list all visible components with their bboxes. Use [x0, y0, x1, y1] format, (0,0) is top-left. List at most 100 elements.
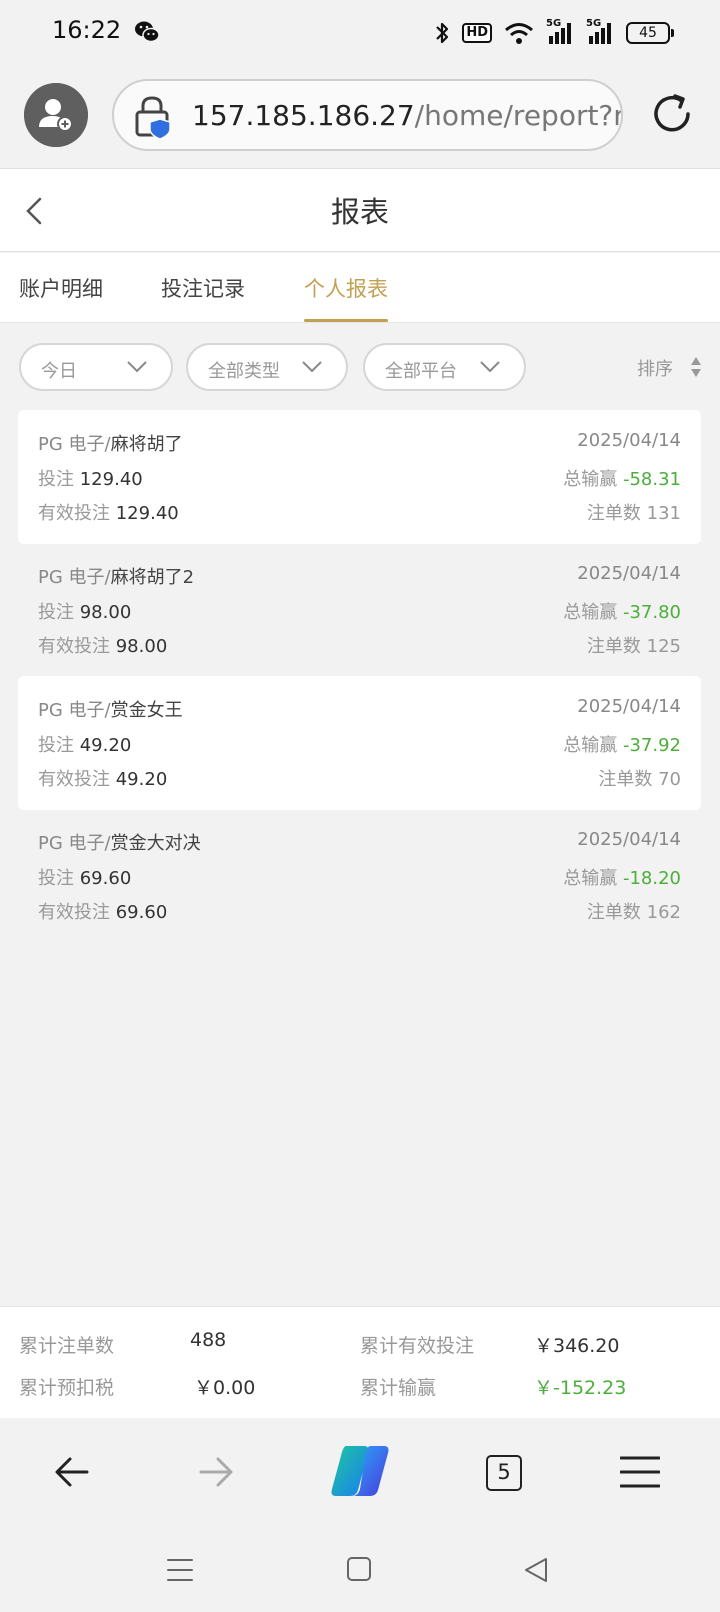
tab-personal-report[interactable]: 个人报表 [304, 273, 388, 303]
row-valid-bet: 有效投注 49.20 [38, 765, 167, 791]
wechat-icon [135, 21, 160, 43]
forward-arrow-icon[interactable] [196, 1452, 236, 1492]
url-host: 157.185.186.27 [192, 99, 415, 132]
total-win-value: -37.80 [622, 602, 681, 623]
bet-label: 投注 [38, 735, 74, 756]
platform-name: PG 电子/ [38, 833, 111, 854]
browser-bottom-nav: 5 [0, 1418, 720, 1528]
copilot-icon[interactable] [328, 1442, 392, 1500]
system-nav-bar [0, 1528, 720, 1612]
tab-account-details[interactable]: 账户明细 [19, 273, 103, 303]
tab-bet-records[interactable]: 投注记录 [161, 273, 245, 303]
row-order-count: 注单数 125 [587, 632, 681, 658]
tab-bar: 账户明细 投注记录 个人报表 [0, 253, 720, 323]
row-date: 2025/04/14 [577, 829, 681, 850]
row-bet: 投注 98.00 [38, 598, 131, 624]
row-order-count: 注单数 70 [598, 765, 681, 791]
date-filter-label: 今日 [41, 361, 77, 382]
row-valid-bet: 有效投注 129.40 [38, 499, 179, 525]
page-title: 报表 [330, 195, 389, 229]
total-win-label: 总输赢 [563, 469, 618, 490]
row-total-win: 总输赢 -18.20 [563, 864, 681, 890]
game-name: 赏金女王 [110, 700, 183, 721]
total-win-label: 总输赢 [563, 735, 618, 756]
row-bet: 投注 49.20 [38, 731, 131, 757]
url-text[interactable]: 157.185.186.27/home/report?rep [192, 99, 623, 132]
recents-icon[interactable] [166, 1556, 194, 1584]
home-icon[interactable] [346, 1555, 372, 1583]
bet-value: 69.60 [79, 868, 132, 889]
row-platform: PG 电子/赏金女王 [38, 696, 183, 722]
row-bet: 投注 69.60 [38, 864, 131, 890]
report-row[interactable]: PG 电子/麻将胡了2 2025/04/14 投注 98.00 有效投注 98.… [18, 543, 701, 677]
sort-label[interactable]: 排序 [637, 355, 673, 381]
total-win-value: -58.31 [622, 469, 681, 490]
back-arrow-icon[interactable] [52, 1452, 92, 1492]
platform-filter-label: 全部平台 [385, 361, 457, 382]
system-back-icon[interactable] [522, 1556, 550, 1584]
total-win-label: 总输赢 [563, 868, 618, 889]
address-bar[interactable]: 157.185.186.27/home/report?rep [112, 79, 623, 151]
date-filter[interactable]: 今日 [19, 343, 173, 391]
signal-5g-1: 5G [546, 18, 574, 46]
status-bar: 16:22 HD 5G 5G 45 [0, 0, 720, 66]
report-row[interactable]: PG 电子/赏金女王 2025/04/14 投注 49.20 有效投注 49.2… [18, 676, 701, 810]
order-count-label: 注单数 [598, 769, 653, 790]
profile-add-icon[interactable] [24, 83, 88, 147]
total-orders-label: 累计注单数 [19, 1335, 115, 1357]
report-row[interactable]: PG 电子/赏金大对决 2025/04/14 投注 69.60 有效投注 69.… [18, 809, 701, 943]
valid-bet-value: 69.60 [115, 902, 168, 923]
valid-bet-value: 49.20 [115, 769, 168, 790]
page-header: 报表 [0, 168, 720, 252]
platform-filter[interactable]: 全部平台 [363, 343, 526, 391]
valid-bet-label: 有效投注 [38, 503, 110, 524]
row-platform: PG 电子/赏金大对决 [38, 829, 201, 855]
valid-bet-label: 有效投注 [38, 636, 110, 657]
total-win-label: 总输赢 [563, 602, 618, 623]
order-count-label: 注单数 [586, 503, 641, 524]
bluetooth-icon [436, 22, 449, 44]
order-count-label: 注单数 [586, 636, 641, 657]
bet-value: 49.20 [79, 735, 132, 756]
row-order-count: 注单数 131 [587, 499, 681, 525]
row-platform: PG 电子/麻将胡了 [38, 430, 183, 456]
order-count-value: 131 [646, 503, 681, 524]
bet-value: 129.40 [79, 469, 143, 490]
row-date: 2025/04/14 [577, 430, 681, 451]
type-filter[interactable]: 全部类型 [186, 343, 348, 391]
url-path: /home/report?rep [414, 99, 623, 132]
reload-icon[interactable] [648, 90, 696, 138]
sort-arrows-icon[interactable] [690, 356, 702, 378]
type-filter-label: 全部类型 [208, 361, 280, 382]
menu-icon[interactable] [620, 1454, 660, 1490]
tab-count-button[interactable]: 5 [486, 1455, 522, 1491]
total-win-value: -37.92 [622, 735, 681, 756]
total-valid-bet-value: ￥346.20 [534, 1335, 620, 1357]
total-win-value: -18.20 [622, 868, 681, 889]
bet-value: 98.00 [79, 602, 132, 623]
total-orders-value: 488 [190, 1329, 227, 1351]
game-name: 麻将胡了 [110, 434, 183, 455]
signal-5g-2: 5G [586, 18, 614, 46]
row-bet: 投注 129.40 [38, 465, 143, 491]
row-order-count: 注单数 162 [587, 898, 681, 924]
valid-bet-label: 有效投注 [38, 769, 110, 790]
total-tax-value: ￥0.00 [194, 1377, 256, 1399]
lock-shield-icon[interactable] [132, 95, 174, 139]
bet-label: 投注 [38, 602, 74, 623]
valid-bet-value: 129.40 [115, 503, 179, 524]
valid-bet-label: 有效投注 [38, 902, 110, 923]
total-valid-bet-label: 累计有效投注 [360, 1335, 475, 1357]
row-platform: PG 电子/麻将胡了2 [38, 563, 194, 589]
chevron-down-icon [480, 361, 500, 373]
total-win-summary-value: ￥-152.23 [534, 1377, 627, 1399]
order-count-value: 125 [646, 636, 681, 657]
row-date: 2025/04/14 [577, 696, 681, 717]
platform-name: PG 电子/ [38, 567, 111, 588]
bet-label: 投注 [38, 868, 74, 889]
active-tab-indicator [304, 319, 388, 322]
row-total-win: 总输赢 -37.80 [563, 598, 681, 624]
game-name: 麻将胡了2 [110, 567, 195, 588]
order-count-label: 注单数 [586, 902, 641, 923]
report-row[interactable]: PG 电子/麻将胡了 2025/04/14 投注 129.40 有效投注 129… [18, 410, 701, 544]
